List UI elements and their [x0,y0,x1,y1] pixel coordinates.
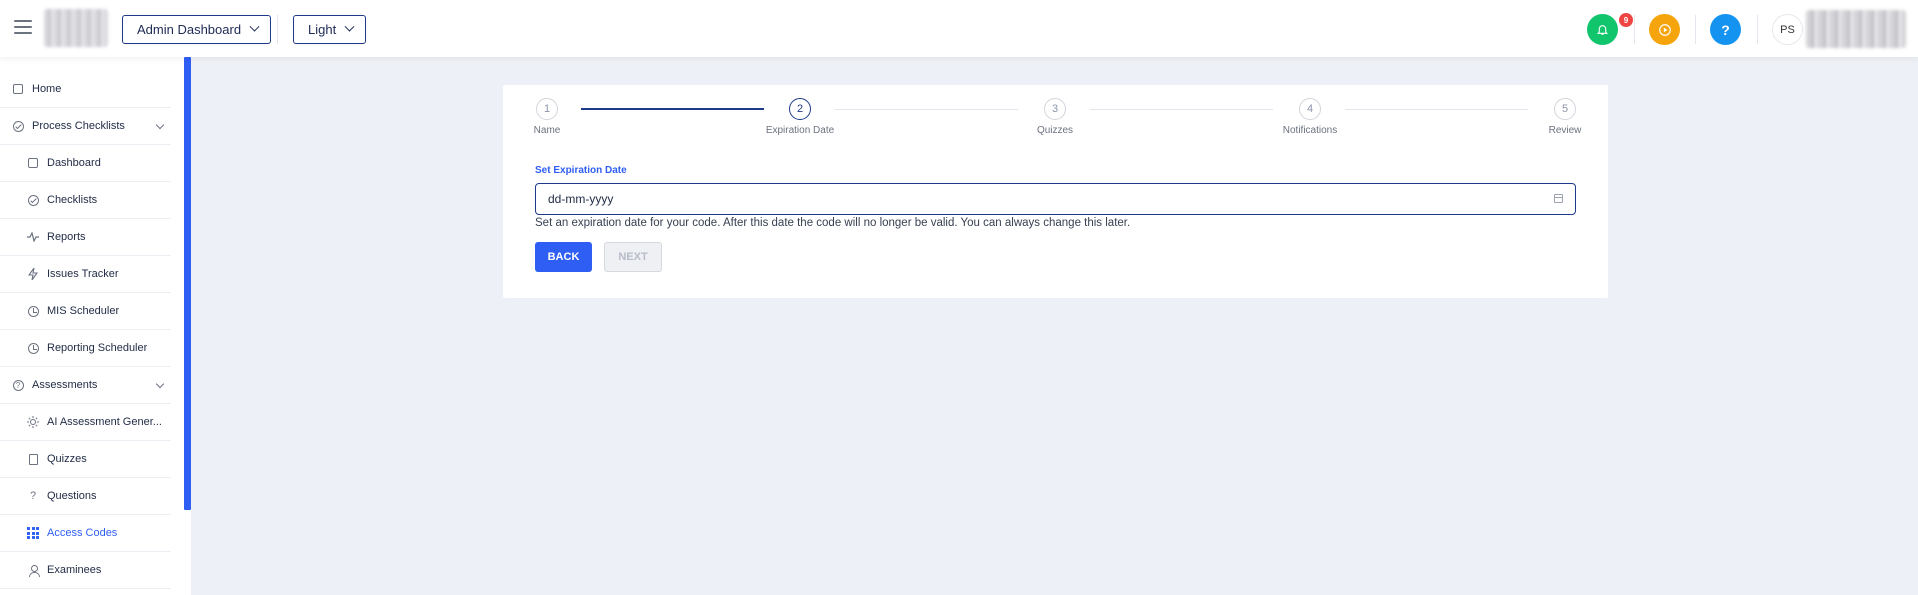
document-icon [27,453,39,465]
step-notifications[interactable]: 4 Notifications [1270,98,1350,136]
back-button[interactable]: BACK [535,242,592,272]
check-circle-icon [12,120,24,132]
calendar-icon[interactable] [1554,194,1563,203]
person-icon [27,564,40,577]
step-number: 4 [1299,98,1321,120]
sidebar-item-label: Questions [47,490,97,502]
stepper-connector [581,108,764,110]
header-divider [1757,15,1758,44]
sidebar-item-label: Reports [47,231,86,243]
play-circle-icon [1658,23,1671,36]
step-number: 1 [536,98,558,120]
bulb-icon [27,416,39,428]
access-code-wizard-card: 1 Name 2 Expiration Date 3 Quizzes 4 Not… [503,85,1608,298]
sidebar-item-process-checklists[interactable]: Process Checklists [0,108,171,145]
header-divider [277,15,278,44]
chevron-down-icon [249,21,260,32]
home-icon [27,157,39,169]
sidebar-item-access-codes[interactable]: Access Codes [0,515,171,552]
play-button[interactable] [1649,14,1680,45]
sidebar-item-mis-scheduler[interactable]: MIS Scheduler [0,293,171,330]
sidebar-item-label: Quizzes [47,453,87,465]
sidebar-item-assessments[interactable]: ? Assessments [0,367,171,404]
expiration-date-input[interactable]: dd-mm-yyyy [535,183,1576,215]
sidebar-scrollbar[interactable] [184,57,191,510]
step-expiration-date[interactable]: 2 Expiration Date [760,98,840,136]
step-number: 5 [1554,98,1576,120]
theme-select-value: Light [308,22,337,37]
lightning-icon [27,268,39,280]
sidebar-item-examinees[interactable]: Examinees [0,552,171,589]
chevron-down-icon [344,21,355,32]
activity-icon [27,231,39,243]
step-label: Review [1548,125,1582,136]
bell-icon [1596,25,1609,35]
company-logo [44,9,108,47]
sidebar-item-ai-assessment[interactable]: AI Assessment Gener... [0,404,171,441]
step-name[interactable]: 1 Name [507,98,587,136]
sidebar-item-label: Assessments [32,379,98,391]
help-button[interactable]: ? [1710,14,1741,45]
sidebar-item-reporting-scheduler[interactable]: Reporting Scheduler [0,330,171,367]
sidebar-item-label: MIS Scheduler [47,305,120,317]
avatar[interactable]: PS [1772,14,1803,45]
chevron-down-icon [155,379,165,389]
step-label: Quizzes [1036,125,1074,136]
sidebar-item-checklists[interactable]: Checklists [0,182,171,219]
date-input-value: dd-mm-yyyy [548,192,614,206]
question-icon: ? [29,490,37,502]
sidebar-item-issues-tracker[interactable]: Issues Tracker [0,256,171,293]
top-header: Admin Dashboard Light 9 ? PS [0,0,1918,57]
home-icon [12,83,24,95]
sidebar-item-label: Examinees [47,564,102,576]
step-label: Name [533,125,561,136]
sidebar-item-reports[interactable]: Reports [0,219,171,256]
theme-select[interactable]: Light [293,15,367,44]
user-name[interactable] [1806,10,1906,48]
stepper-connector [1090,109,1273,110]
step-label: Expiration Date [765,125,835,136]
grid-icon [27,527,39,539]
menu-icon[interactable] [14,20,32,34]
next-button[interactable]: NEXT [604,242,662,272]
clock-icon [27,342,39,354]
question-circle-icon: ? [12,379,24,391]
sidebar: Home Process Checklists Dashboard Checkl… [0,57,191,595]
sidebar-item-label: Checklists [47,194,98,206]
header-divider [1695,15,1696,44]
sidebar-item-label: Process Checklists [32,120,125,132]
chevron-down-icon [155,120,165,130]
sidebar-item-label: Home [32,83,62,95]
step-label: Notifications [1282,125,1338,136]
stepper-connector [835,109,1018,110]
help-icon: ? [1721,21,1730,38]
sidebar-item-label: Dashboard [47,157,101,169]
step-number: 2 [789,98,811,120]
sidebar-item-label: Access Codes [47,527,118,539]
sidebar-item-dashboard[interactable]: Dashboard [0,145,171,182]
sidebar-item-label: Reporting Scheduler [47,342,148,354]
header-divider [1634,15,1635,44]
step-quizzes[interactable]: 3 Quizzes [1015,98,1095,136]
expiration-help-text: Set an expiration date for your code. Af… [535,217,1131,229]
check-circle-icon [27,194,39,206]
sidebar-item-questions[interactable]: ? Questions [0,478,171,515]
notification-badge: 9 [1619,13,1633,27]
dashboard-select-value: Admin Dashboard [137,22,242,37]
step-review[interactable]: 5 Review [1525,98,1605,136]
dashboard-select[interactable]: Admin Dashboard [122,15,272,44]
stepper-connector [1345,109,1528,110]
sidebar-item-quizzes[interactable]: Quizzes [0,441,171,478]
step-number: 3 [1044,98,1066,120]
clock-icon [27,305,39,317]
expiration-date-label: Set Expiration Date [535,165,627,176]
notifications-button[interactable] [1587,14,1618,45]
sidebar-item-label: AI Assessment Gener... [47,416,162,428]
sidebar-item-home[interactable]: Home [0,71,171,108]
sidebar-item-label: Issues Tracker [47,268,119,280]
